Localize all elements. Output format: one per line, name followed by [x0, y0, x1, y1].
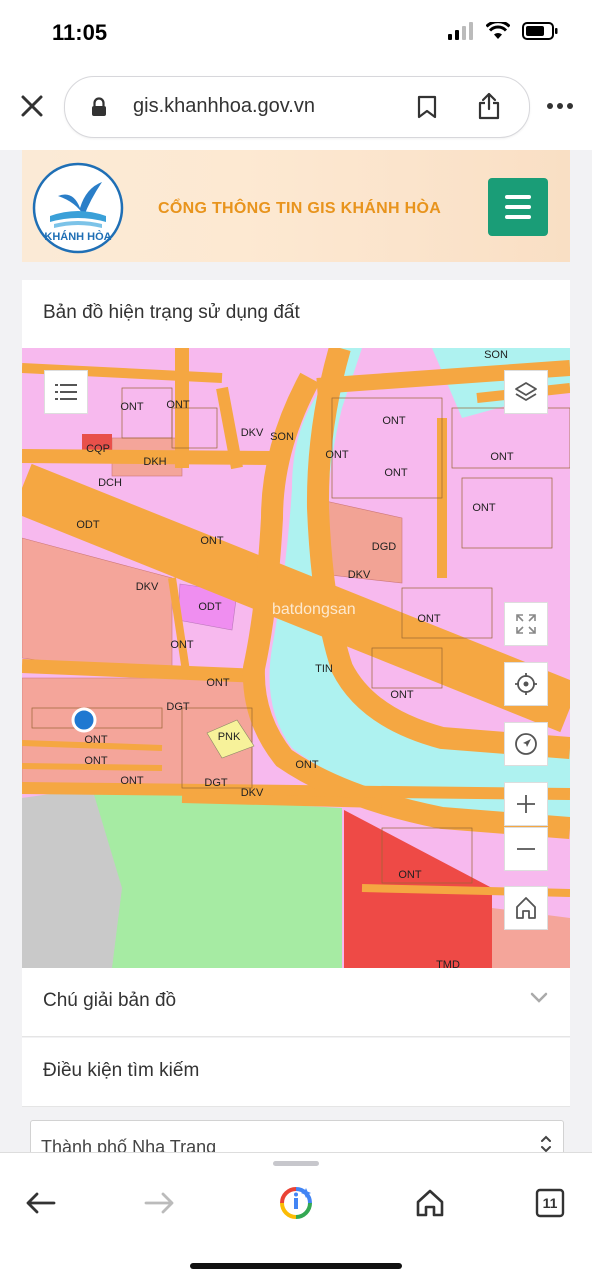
map-label: ONT	[84, 755, 108, 767]
map-label: DKV	[136, 581, 159, 593]
map-label: ONT	[206, 677, 230, 689]
map-label: ONT	[472, 502, 496, 514]
browser-bottom-bar: 11	[0, 1152, 592, 1281]
search-title: Điều kiện tìm kiếm	[43, 1060, 200, 1081]
map-label: TMD	[436, 959, 460, 968]
site-title: CỔNG THÔNG TIN GIS KHÁNH HÒA	[158, 200, 442, 217]
status-time: 11:05	[52, 20, 108, 45]
khanh-hoa-logo[interactable]: KHÁNH HÒA	[28, 160, 128, 256]
more-icon[interactable]	[546, 102, 574, 110]
map-label: ONT	[200, 535, 224, 547]
map-label: DKV	[241, 427, 264, 439]
map-label: ONT	[490, 451, 514, 463]
city-select[interactable]: Thành phố Nha Trang	[30, 1120, 564, 1154]
map-label: ONT	[384, 467, 408, 479]
search-panel: Điều kiện tìm kiếm	[22, 1038, 570, 1107]
user-location-dot	[71, 707, 97, 733]
home-extent-button[interactable]	[504, 886, 548, 930]
wifi-icon	[486, 22, 510, 39]
map-label: SON	[484, 349, 508, 361]
map-label: SON	[270, 431, 294, 443]
map-label: DKH	[143, 456, 166, 468]
map-label: ONT	[120, 401, 144, 413]
zoom-in-icon	[517, 795, 535, 813]
back-button[interactable]	[20, 1183, 60, 1223]
fullscreen-button[interactable]	[504, 602, 548, 646]
google-lens-icon	[280, 1187, 312, 1219]
map-label: DKV	[241, 787, 264, 799]
map-panel-header: Bản đồ hiện trạng sử dụng đất	[22, 280, 570, 349]
legend-panel[interactable]: Chú giải bản đồ	[22, 968, 570, 1037]
map-label: CQP	[86, 443, 110, 455]
map-label: DKV	[348, 569, 371, 581]
url-text: gis.khanhhoa.gov.vn	[133, 95, 315, 117]
menu-bar-icon	[505, 205, 531, 209]
web-page: KHÁNH HÒA CỔNG THÔNG TIN GIS KHÁNH HÒA B…	[22, 150, 570, 1154]
map-label: ONT	[417, 613, 441, 625]
map-label: DGD	[372, 541, 397, 553]
map-label: ONT	[382, 415, 406, 427]
close-icon[interactable]	[18, 92, 46, 120]
map-label: ODT	[76, 519, 100, 531]
zoom-out-button[interactable]	[504, 827, 548, 871]
map-label: ODT	[198, 601, 222, 613]
locate-icon	[515, 673, 537, 695]
map-label: ONT	[295, 759, 319, 771]
map-panel-title: Bản đồ hiện trạng sử dụng đất	[43, 302, 300, 323]
map-label: ONT	[84, 734, 108, 746]
select-arrows-icon	[541, 1135, 551, 1153]
bookmark-icon[interactable]	[417, 95, 437, 119]
zoom-in-button[interactable]	[504, 782, 548, 826]
arrow-left-icon	[26, 1192, 56, 1214]
map-label: TIN	[315, 663, 333, 675]
layer-list-button[interactable]	[44, 370, 88, 414]
navigate-button[interactable]	[504, 722, 548, 766]
sheet-grabber[interactable]	[273, 1161, 319, 1166]
site-header: KHÁNH HÒA CỔNG THÔNG TIN GIS KHÁNH HÒA	[22, 150, 570, 262]
arrow-right-icon	[144, 1192, 174, 1214]
tab-count: 11	[542, 1195, 558, 1211]
house-icon	[416, 1189, 444, 1217]
menu-bar-icon	[505, 195, 531, 199]
layers-button[interactable]	[504, 370, 548, 414]
map-label: DGT	[166, 701, 190, 713]
chevron-down-icon[interactable]	[530, 992, 548, 1004]
map-label: ONT	[398, 869, 422, 881]
tabs-button[interactable]: 11	[530, 1183, 570, 1223]
home-button[interactable]	[410, 1183, 450, 1223]
status-bar: 11:05	[0, 0, 592, 66]
navigate-icon	[515, 733, 537, 755]
locate-button[interactable]	[504, 662, 548, 706]
lock-icon	[92, 97, 106, 116]
map-label: DCH	[98, 477, 122, 489]
list-icon	[55, 384, 77, 400]
hamburger-menu-button[interactable]	[488, 178, 548, 236]
address-bar[interactable]: gis.khanhhoa.gov.vn	[64, 76, 530, 138]
map-label: PNK	[218, 731, 241, 743]
map-label: ONT	[166, 399, 190, 411]
forward-button[interactable]	[140, 1183, 180, 1223]
status-icons	[448, 22, 558, 40]
map-label: ONT	[170, 639, 194, 651]
map-label: ONT	[390, 689, 414, 701]
share-icon[interactable]	[477, 92, 501, 120]
map-canvas[interactable]: ONT SON DGD DKV DCH DKH CQP ODT DGT PNK …	[22, 348, 570, 968]
logo-text: KHÁNH HÒA	[44, 230, 111, 243]
fullscreen-icon	[516, 614, 536, 634]
legend-title: Chú giải bản đồ	[43, 990, 177, 1011]
map-label: ONT	[325, 449, 349, 461]
map-label: DGT	[204, 777, 228, 789]
signal-icon	[448, 22, 473, 40]
battery-icon	[522, 22, 558, 40]
zoom-out-icon	[517, 848, 535, 850]
home-indicator	[190, 1263, 402, 1269]
layers-icon	[515, 382, 537, 401]
browser-toolbar: gis.khanhhoa.gov.vn	[0, 66, 592, 150]
map-watermark: batdongsan	[272, 601, 356, 618]
home-icon	[516, 897, 536, 919]
google-lens-button[interactable]	[276, 1183, 316, 1223]
map-label: ONT	[120, 775, 144, 787]
land-use-map[interactable]: ONT SON DGD DKV DCH DKH CQP ODT DGT PNK …	[22, 348, 570, 968]
menu-bar-icon	[505, 215, 531, 219]
